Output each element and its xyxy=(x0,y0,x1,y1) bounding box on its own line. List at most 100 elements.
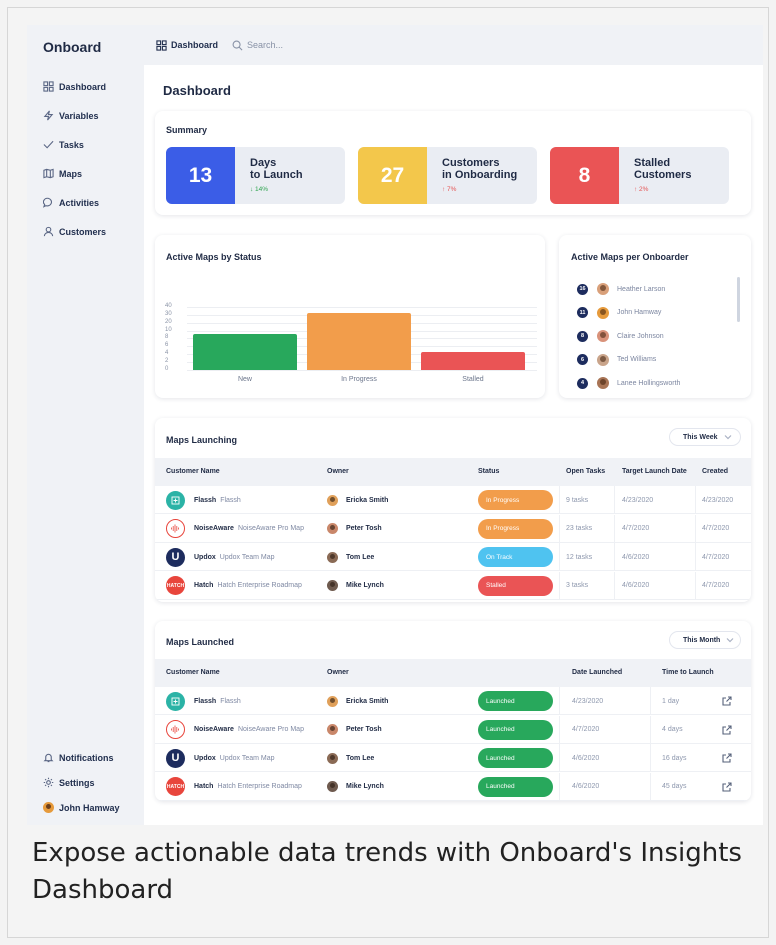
sidebar-item-dashboard[interactable]: Dashboard xyxy=(43,72,106,101)
status-badge[interactable]: In Progress xyxy=(478,518,553,539)
noiseaware-logo-icon xyxy=(166,519,185,538)
table-row[interactable]: NoiseAware NoiseAware Pro Map Peter Tosh In… xyxy=(155,514,751,543)
y-tick-label: 40 xyxy=(165,302,172,309)
avatar xyxy=(597,377,609,389)
y-tick-label: 6 xyxy=(165,342,169,349)
launching-filter-dropdown[interactable]: This Week xyxy=(669,428,741,446)
dropdown-value: This Week xyxy=(683,433,718,441)
onboarder-item[interactable]: 6 Ted Williams xyxy=(577,353,656,366)
column-divider xyxy=(559,744,560,771)
column-header: Owner xyxy=(327,468,349,475)
sidebar-item-label: Tasks xyxy=(59,139,84,150)
sidebar-item-customers[interactable]: Customers xyxy=(43,217,106,246)
sidebar-item-maps[interactable]: Maps xyxy=(43,159,106,188)
status-badge[interactable]: In Progress xyxy=(478,490,553,510)
topbar-dashboard-link[interactable]: Dashboard xyxy=(156,39,218,51)
external-link-icon xyxy=(722,724,732,735)
table-row[interactable]: Flassh Flassh Ericka Smith In Progress 9 tas… xyxy=(155,486,751,514)
column-divider xyxy=(695,514,696,542)
owner-cell: Peter Tosh xyxy=(327,515,382,543)
owner-name: Peter Tosh xyxy=(346,525,382,532)
table-row[interactable]: U Updox Updox Team Map Tom Lee Launched 4/6/2… xyxy=(155,744,751,772)
status-badge[interactable]: On Track xyxy=(478,547,553,567)
user-name: John Hamway xyxy=(59,802,120,813)
sidebar-item-tasks[interactable]: Tasks xyxy=(43,130,106,159)
y-tick-label: 30 xyxy=(165,310,172,317)
open-external-button[interactable] xyxy=(722,687,732,715)
onboarder-item[interactable]: 8 Claire Johnson xyxy=(577,330,664,342)
sidebar-item-variables[interactable]: Variables xyxy=(43,101,106,130)
map-name: Flassh xyxy=(220,697,241,705)
onboarder-scrollbar[interactable] xyxy=(737,277,740,322)
target-launch-date: 4/7/2020 xyxy=(622,525,650,532)
status-badge[interactable]: Launched xyxy=(478,748,553,768)
map-name: Hatch Enterprise Roadmap xyxy=(217,582,302,589)
onboarder-item[interactable]: 11 John Hamway xyxy=(577,306,662,319)
open-tasks: 9 tasks xyxy=(566,496,589,504)
customer-name: Hatch xyxy=(194,582,214,589)
table-row[interactable]: NoiseAware NoiseAware Pro Map Peter Tosh La… xyxy=(155,715,751,744)
avatar xyxy=(327,494,338,506)
owner-name: Mike Lynch xyxy=(346,582,384,589)
summary-value: 27 xyxy=(358,147,427,204)
bar-in-progress[interactable] xyxy=(307,313,411,370)
onboarder-count-badge: 16 xyxy=(577,283,588,295)
onboarder-name: John Hamway xyxy=(617,309,662,316)
active-maps-chart-card: Active Maps by Status 40 30 20 10 8 6 4 2 0 New In… xyxy=(155,235,545,398)
sidebar-item-notifications[interactable]: Notifications xyxy=(43,745,120,770)
sidebar-item-label: Variables xyxy=(59,110,99,121)
sidebar-item-label: Dashboard xyxy=(59,81,107,92)
map-name: Updox Team Map xyxy=(219,553,275,561)
onboarder-item[interactable]: 4 Lanee Hollingsworth xyxy=(577,377,680,389)
customer-name: Flassh xyxy=(194,697,217,705)
sidebar-item-activities[interactable]: Activities xyxy=(43,188,106,217)
x-tick-label: In Progress xyxy=(341,376,377,383)
bar-stalled[interactable] xyxy=(421,352,525,370)
sidebar: Onboard Dashboard Variables Tasks Maps A… xyxy=(27,25,144,825)
summary-days-to-launch[interactable]: 13 Days to Launch ↓ 14% xyxy=(166,147,345,204)
user-icon xyxy=(43,226,54,237)
search-input[interactable]: Search... xyxy=(232,40,283,51)
status-cell: Launched xyxy=(478,744,553,772)
customer-name: NoiseAware xyxy=(194,726,234,733)
column-divider xyxy=(559,772,560,800)
column-divider xyxy=(695,486,696,513)
main-content: Dashboard Summary 13 Days to Launch ↓ 14%… xyxy=(144,65,763,825)
sidebar-item-settings[interactable]: Settings xyxy=(43,770,120,795)
status-badge[interactable]: Launched xyxy=(478,776,553,797)
status-badge[interactable]: Stalled xyxy=(478,575,553,596)
table-row[interactable]: HATCH Hatch Hatch Enterprise Roadmap Mike L… xyxy=(155,772,751,801)
sidebar-item-label: Notifications xyxy=(59,752,114,763)
table-row[interactable]: Flassh Flassh Ericka Smith Launched 4/23/202… xyxy=(155,687,751,715)
open-external-button[interactable] xyxy=(722,716,732,744)
summary-label-line2: Customers xyxy=(634,169,692,181)
grid-line xyxy=(187,370,537,371)
open-external-button[interactable] xyxy=(722,773,732,801)
summary-label-line1: Customers xyxy=(442,157,500,169)
owner-cell: Mike Lynch xyxy=(327,773,384,801)
date-launched: 4/6/2020 xyxy=(572,754,600,762)
status-badge[interactable]: Launched xyxy=(478,719,553,740)
screenshot-frame: Onboard Dashboard Variables Tasks Maps A… xyxy=(7,7,769,938)
summary-customers-onboarding[interactable]: 27 Customers in Onboarding ↑ 7% xyxy=(358,147,537,204)
customer-name: Updox xyxy=(194,553,216,561)
user-profile[interactable]: John Hamway xyxy=(43,795,120,820)
open-tasks: 3 tasks xyxy=(566,582,589,589)
grid-icon xyxy=(156,39,167,51)
avatar xyxy=(327,752,338,764)
onboarder-count-badge: 4 xyxy=(577,377,588,389)
column-divider xyxy=(614,543,615,570)
onboarder-item[interactable]: 16 Heather Larson xyxy=(577,283,665,295)
owner-cell: Tom Lee xyxy=(327,744,374,772)
bar-new[interactable] xyxy=(193,334,297,370)
summary-stalled-customers[interactable]: 8 Stalled Customers ↑ 2% xyxy=(550,147,729,204)
app-logo[interactable]: Onboard xyxy=(43,39,101,55)
open-external-button[interactable] xyxy=(722,744,732,772)
table-row[interactable]: HATCH Hatch Hatch Enterprise Roadmap Mike L… xyxy=(155,571,751,600)
column-divider xyxy=(695,543,696,570)
summary-label: Customers in Onboarding xyxy=(442,157,517,181)
status-badge[interactable]: Launched xyxy=(478,691,553,711)
table-row[interactable]: U Updox Updox Team Map Tom Lee On Track 12 ta… xyxy=(155,543,751,571)
avatar xyxy=(327,724,338,735)
launched-filter-dropdown[interactable]: This Month xyxy=(669,631,741,649)
